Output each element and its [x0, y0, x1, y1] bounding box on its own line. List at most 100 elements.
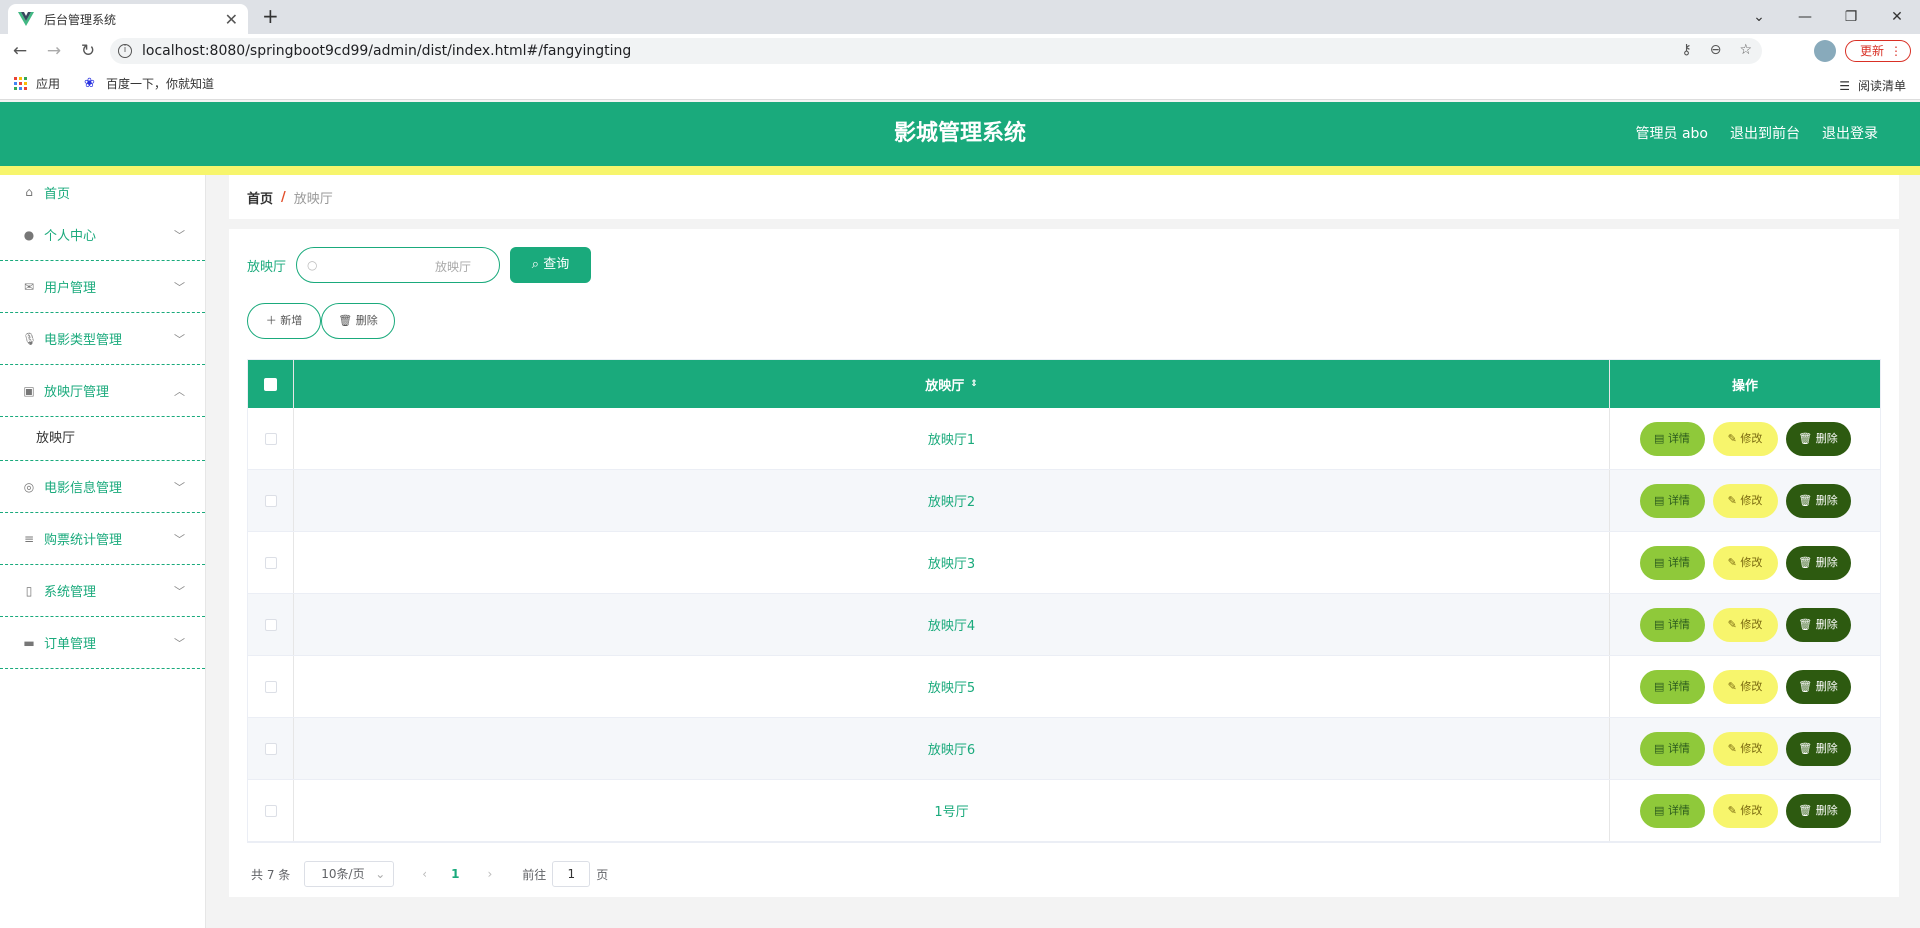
update-button[interactable]: 更新 ⋮ [1845, 40, 1911, 62]
back-icon[interactable]: ← [6, 41, 34, 61]
detail-button[interactable]: ▤ 详情 [1639, 421, 1705, 456]
edit-button[interactable]: ✎ 修改 [1712, 607, 1778, 642]
chevron-down-icon: ﹀ [174, 637, 185, 650]
query-button[interactable]: ⌕ 查询 [510, 247, 592, 283]
sidebar-item-movie-info[interactable]: ◎ 电影信息管理 ﹀ [0, 461, 205, 513]
page-number[interactable]: 1 [451, 867, 459, 881]
profile-avatar[interactable] [1814, 40, 1836, 62]
url-field[interactable]: i localhost:8080/springboot9cd99/admin/d… [110, 38, 1762, 64]
new-tab-icon[interactable]: + [262, 4, 279, 28]
sidebar-subitem-hall[interactable]: 放映厅 [0, 417, 205, 461]
current-user: 管理员 abo [1635, 126, 1708, 142]
sort-icon[interactable]: ⇕ [970, 379, 978, 389]
sidebar-item-label: 用户管理 [44, 281, 97, 296]
restore-icon[interactable]: ❐ [1828, 9, 1874, 25]
detail-button[interactable]: ▤ 详情 [1639, 545, 1705, 580]
sidebar-item-halls[interactable]: ▣ 放映厅管理 ︿ [0, 365, 205, 417]
delete-button[interactable]: 🗑 删除 [1785, 793, 1851, 828]
sidebar-item-ticket-stats[interactable]: ≡ 购票统计管理 ﹀ [0, 513, 205, 565]
pencil-icon: ✎ [1727, 555, 1741, 569]
document-icon: ▤ [1654, 803, 1668, 817]
window-controls: ⌄ — ❐ ✕ [1736, 0, 1920, 34]
minimize-icon[interactable]: — [1782, 9, 1828, 25]
detail-button[interactable]: ▤ 详情 [1639, 483, 1705, 518]
sidebar-item-users[interactable]: ✉ 用户管理 ﹀ [0, 261, 205, 313]
sidebar-item-personal[interactable]: ● 个人中心 ﹀ [0, 209, 205, 261]
home-icon: ⌂ [25, 185, 33, 199]
row-checkbox[interactable] [264, 680, 277, 693]
detail-button[interactable]: ▤ 详情 [1639, 793, 1705, 828]
sidebar-item-label: 放映厅管理 [44, 385, 110, 400]
edit-button[interactable]: ✎ 修改 [1712, 421, 1778, 456]
next-page-icon[interactable]: › [487, 867, 492, 881]
row-checkbox[interactable] [264, 742, 277, 755]
sidebar-item-label: 系统管理 [44, 585, 97, 600]
hall-name-cell: 放映厅4 [294, 594, 1610, 655]
bookmark-baidu[interactable]: ❀ 百度一下，你就知道 [84, 75, 214, 92]
edit-button[interactable]: ✎ 修改 [1712, 669, 1778, 704]
detail-button[interactable]: ▤ 详情 [1639, 607, 1705, 642]
edit-label: 修改 [1740, 741, 1763, 755]
reading-list[interactable]: ☰ 阅读清单 [1839, 77, 1906, 94]
edit-button[interactable]: ✎ 修改 [1712, 731, 1778, 766]
table-row: 放映厅2 ▤ 详情 ✎ 修改 🗑 删除 [248, 470, 1880, 532]
forward-icon[interactable]: → [40, 41, 68, 61]
content-panel: 放映厅 ○ 放映厅 ⌕ 查询 ＋ 新增 🗑 删除 放映厅 ⇕ 操作 放映厅1 ▤ 详… [229, 229, 1899, 897]
breadcrumb-home[interactable]: 首页 [247, 188, 273, 207]
close-window-icon[interactable]: ✕ [1874, 9, 1920, 25]
prev-page-icon[interactable]: ‹ [422, 867, 427, 881]
sidebar-item-label: 电影类型管理 [44, 333, 123, 348]
row-checkbox[interactable] [264, 618, 277, 631]
exit-to-front-link[interactable]: 退出到前台 [1730, 102, 1800, 166]
column-header-hall[interactable]: 放映厅 ⇕ [294, 360, 1610, 408]
sliders-icon: ≡ [23, 531, 35, 546]
edit-button[interactable]: ✎ 修改 [1712, 793, 1778, 828]
goto-page-input[interactable]: 1 [552, 861, 591, 887]
site-info-icon[interactable]: i [118, 44, 132, 58]
table-body: 放映厅1 ▤ 详情 ✎ 修改 🗑 删除 放映厅2 ▤ 详情 ✎ 修改 🗑 删除 放映厅3 ▤ 详情… [248, 408, 1880, 842]
row-checkbox[interactable] [264, 494, 277, 507]
edit-label: 修改 [1740, 431, 1763, 445]
bookmark-apps[interactable]: 应用 [14, 75, 60, 92]
zoom-icon[interactable]: ⊖ [1710, 42, 1722, 58]
search-input[interactable]: ○ 放映厅 [296, 247, 501, 283]
browser-tab[interactable]: 后台管理系统 ✕ [8, 4, 248, 34]
logout-link[interactable]: 退出登录 [1822, 102, 1878, 166]
detail-button[interactable]: ▤ 详情 [1639, 669, 1705, 704]
delete-button[interactable]: 🗑 删除 [1785, 731, 1851, 766]
row-checkbox[interactable] [264, 432, 277, 445]
select-all-checkbox[interactable] [264, 377, 277, 391]
detail-button[interactable]: ▤ 详情 [1639, 731, 1705, 766]
phone-icon: ▯ [25, 583, 33, 598]
wallet-icon: ▬ [23, 635, 35, 650]
chevron-down-icon: ﹀ [174, 585, 185, 598]
delete-button[interactable]: 🗑 删除 [1785, 421, 1851, 456]
star-icon[interactable]: ☆ [1739, 42, 1752, 58]
profile-menu-icon[interactable]: ⌄ [1736, 9, 1782, 25]
batch-delete-button[interactable]: 🗑 删除 [321, 303, 395, 339]
edit-button[interactable]: ✎ 修改 [1712, 483, 1778, 518]
pencil-icon: ✎ [1727, 493, 1741, 507]
delete-button[interactable]: 🗑 删除 [1785, 483, 1851, 518]
reading-list-label: 阅读清单 [1857, 79, 1906, 93]
key-icon[interactable]: ⚷ [1681, 42, 1691, 58]
reload-icon[interactable]: ↻ [74, 41, 102, 61]
delete-button[interactable]: 🗑 删除 [1785, 607, 1851, 642]
page-size-select[interactable]: 10条/页 ⌄ [304, 861, 395, 887]
delete-button[interactable]: 🗑 删除 [1785, 545, 1851, 580]
add-button[interactable]: ＋ 新增 [247, 303, 321, 339]
delete-label: 删除 [1815, 617, 1838, 631]
search-icon: ⌕ [531, 257, 544, 272]
trash-icon: 🗑 [1798, 493, 1816, 507]
row-checkbox[interactable] [264, 556, 277, 569]
sidebar-item-system[interactable]: ▯ 系统管理 ﹀ [0, 565, 205, 617]
sidebar-item-home[interactable]: ⌂ 首页 [0, 175, 205, 209]
delete-button[interactable]: 🗑 删除 [1785, 669, 1851, 704]
edit-button[interactable]: ✎ 修改 [1712, 545, 1778, 580]
chevron-down-icon: ﹀ [174, 533, 185, 546]
row-checkbox[interactable] [264, 804, 277, 817]
trash-icon: 🗑 [1798, 679, 1816, 693]
close-tab-icon[interactable]: ✕ [225, 10, 238, 29]
sidebar-item-orders[interactable]: ▬ 订单管理 ﹀ [0, 617, 205, 669]
sidebar-item-movie-types[interactable]: 🎙 电影类型管理 ﹀ [0, 313, 205, 365]
